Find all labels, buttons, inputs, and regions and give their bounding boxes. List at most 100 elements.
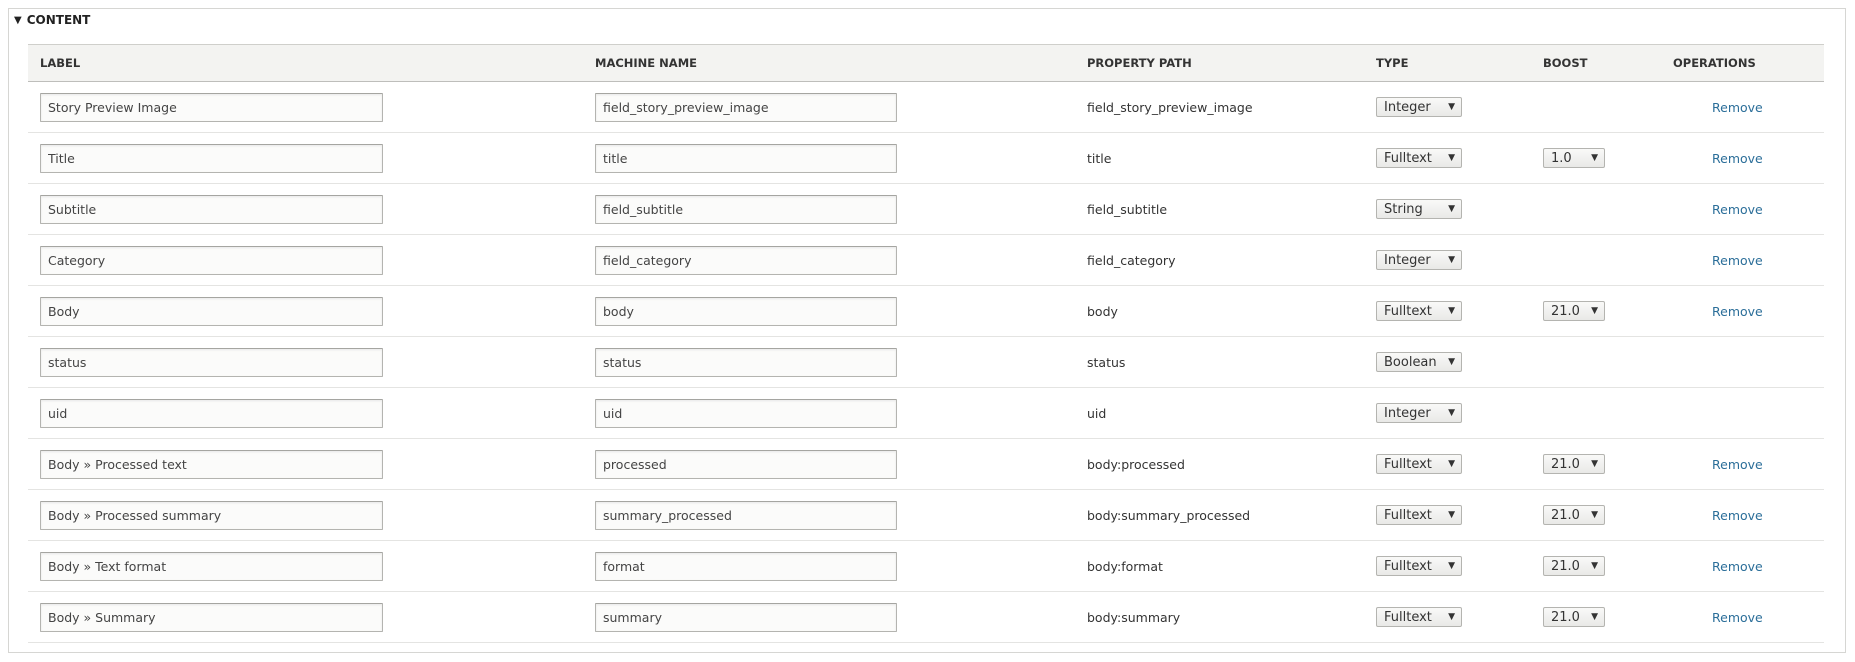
machine-name-input[interactable] [595, 194, 897, 224]
chevron-down-icon: ▼ [1591, 561, 1598, 571]
cell-label [28, 235, 595, 286]
type-select-value: Fulltext [1384, 609, 1432, 625]
property-path: body:summary_processed [1087, 507, 1251, 523]
content-section-toggle[interactable]: ▼ CONTENT [14, 13, 90, 27]
cell-boost [1543, 235, 1673, 286]
chevron-down-icon: ▼ [1448, 408, 1455, 418]
machine-name-input[interactable] [595, 500, 897, 530]
cell-boost [1543, 184, 1673, 235]
machine-name-input[interactable] [595, 449, 897, 479]
chevron-down-icon: ▼ [1448, 561, 1455, 571]
label-input[interactable] [40, 245, 383, 275]
label-input[interactable] [40, 398, 383, 428]
type-select[interactable]: Integer ▼ [1376, 250, 1462, 270]
label-input[interactable] [40, 143, 383, 173]
cell-machine-name [595, 439, 1087, 490]
remove-link[interactable]: Remove [1712, 610, 1763, 625]
chevron-down-icon: ▼ [1448, 153, 1455, 163]
boost-select[interactable]: 21.0 ▼ [1543, 454, 1605, 474]
machine-name-input[interactable] [595, 347, 897, 377]
machine-name-input[interactable] [595, 143, 897, 173]
fields-table: LABEL MACHINE NAME PROPERTY PATH TYPE BO… [28, 44, 1824, 643]
label-input[interactable] [40, 602, 383, 632]
boost-select[interactable]: 21.0 ▼ [1543, 505, 1605, 525]
boost-select-value: 21.0 [1551, 558, 1580, 574]
triangle-down-icon: ▼ [14, 14, 22, 26]
type-select-value: Boolean [1384, 354, 1437, 370]
label-input[interactable] [40, 92, 383, 122]
property-path: field_category [1087, 252, 1176, 268]
type-select[interactable]: Fulltext ▼ [1376, 505, 1462, 525]
remove-link[interactable]: Remove [1712, 202, 1763, 217]
table-row: status Boolean ▼ [28, 337, 1824, 388]
cell-operations [1673, 337, 1824, 388]
machine-name-input[interactable] [595, 245, 897, 275]
property-path: body [1087, 303, 1118, 319]
machine-name-input[interactable] [595, 398, 897, 428]
cell-machine-name [595, 286, 1087, 337]
boost-select[interactable]: 21.0 ▼ [1543, 556, 1605, 576]
type-select-value: Fulltext [1384, 150, 1432, 166]
type-select[interactable]: Fulltext ▼ [1376, 556, 1462, 576]
boost-select[interactable]: 21.0 ▼ [1543, 607, 1605, 627]
type-select[interactable]: Integer ▼ [1376, 403, 1462, 423]
cell-machine-name [595, 184, 1087, 235]
section-title: CONTENT [26, 13, 91, 27]
type-select-value: Fulltext [1384, 558, 1432, 574]
remove-link[interactable]: Remove [1712, 151, 1763, 166]
property-path: body:summary [1087, 609, 1181, 625]
cell-machine-name [595, 337, 1087, 388]
cell-operations: Remove [1673, 541, 1824, 592]
cell-label [28, 184, 595, 235]
type-select-value: Integer [1384, 252, 1431, 268]
label-input[interactable] [40, 500, 383, 530]
chevron-down-icon: ▼ [1448, 204, 1455, 214]
type-select[interactable]: Fulltext ▼ [1376, 148, 1462, 168]
type-select[interactable]: Fulltext ▼ [1376, 607, 1462, 627]
machine-name-input[interactable] [595, 92, 897, 122]
chevron-down-icon: ▼ [1591, 306, 1598, 316]
remove-link[interactable]: Remove [1712, 100, 1763, 115]
column-header-label: LABEL [28, 44, 595, 82]
cell-machine-name [595, 235, 1087, 286]
chevron-down-icon: ▼ [1448, 255, 1455, 265]
cell-operations: Remove [1673, 82, 1824, 133]
remove-link[interactable]: Remove [1712, 508, 1763, 523]
label-input[interactable] [40, 296, 383, 326]
table-row: body:summary Fulltext ▼ 21.0 ▼ Remove [28, 592, 1824, 643]
boost-select[interactable]: 1.0 ▼ [1543, 148, 1605, 168]
type-select[interactable]: Integer ▼ [1376, 97, 1462, 117]
type-select[interactable]: Boolean ▼ [1376, 352, 1462, 372]
machine-name-input[interactable] [595, 602, 897, 632]
label-input[interactable] [40, 449, 383, 479]
chevron-down-icon: ▼ [1448, 612, 1455, 622]
type-select[interactable]: String ▼ [1376, 199, 1462, 219]
machine-name-input[interactable] [595, 551, 897, 581]
table-row: body:processed Fulltext ▼ 21.0 ▼ Remove [28, 439, 1824, 490]
label-input[interactable] [40, 194, 383, 224]
type-select[interactable]: Fulltext ▼ [1376, 454, 1462, 474]
remove-link[interactable]: Remove [1712, 304, 1763, 319]
machine-name-input[interactable] [595, 296, 897, 326]
cell-boost: 21.0 ▼ [1543, 541, 1673, 592]
cell-label [28, 82, 595, 133]
remove-link[interactable]: Remove [1712, 559, 1763, 574]
cell-operations: Remove [1673, 235, 1824, 286]
remove-link[interactable]: Remove [1712, 457, 1763, 472]
column-header-boost: BOOST [1543, 44, 1673, 82]
cell-boost: 21.0 ▼ [1543, 439, 1673, 490]
cell-machine-name [595, 388, 1087, 439]
boost-select[interactable]: 21.0 ▼ [1543, 301, 1605, 321]
cell-label [28, 541, 595, 592]
remove-link[interactable]: Remove [1712, 253, 1763, 268]
cell-boost [1543, 82, 1673, 133]
table-row: field_subtitle String ▼ Remove [28, 184, 1824, 235]
cell-operations: Remove [1673, 286, 1824, 337]
type-select[interactable]: Fulltext ▼ [1376, 301, 1462, 321]
cell-type: String ▼ [1376, 184, 1543, 235]
cell-type: Fulltext ▼ [1376, 439, 1543, 490]
chevron-down-icon: ▼ [1448, 102, 1455, 112]
property-path: body:processed [1087, 456, 1185, 472]
label-input[interactable] [40, 551, 383, 581]
label-input[interactable] [40, 347, 383, 377]
